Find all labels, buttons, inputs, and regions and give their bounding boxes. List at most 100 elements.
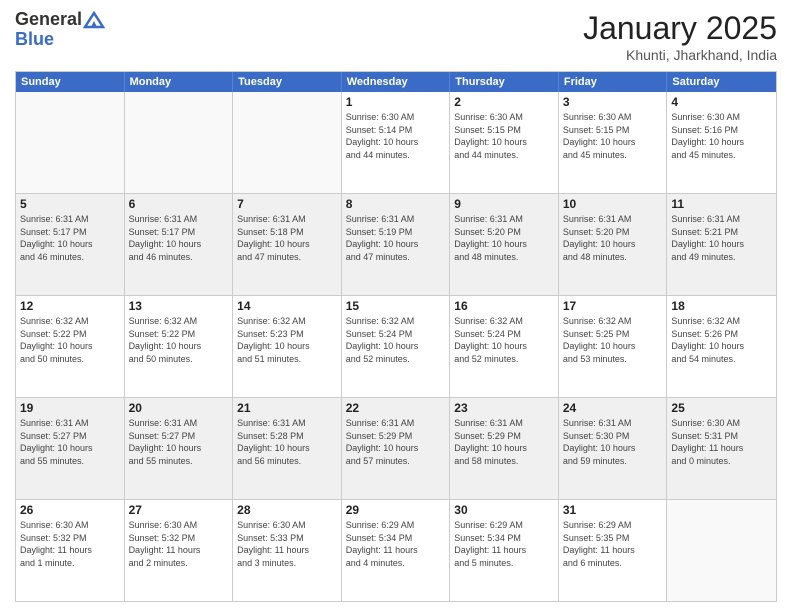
cell-info-text: Sunrise: 6:31 AM Sunset: 5:21 PM Dayligh… bbox=[671, 213, 772, 263]
cell-date-number: 13 bbox=[129, 299, 229, 313]
cell-date-number: 30 bbox=[454, 503, 554, 517]
cell-info-text: Sunrise: 6:30 AM Sunset: 5:32 PM Dayligh… bbox=[129, 519, 229, 569]
calendar-cell-31: 31Sunrise: 6:29 AM Sunset: 5:35 PM Dayli… bbox=[559, 500, 668, 601]
calendar-cell-8: 8 Sunrise: 6:31 AM Sunset: 5:19 PM Daylig… bbox=[342, 194, 451, 295]
cell-info-text: Sunrise: 6:32 AM Sunset: 5:22 PM Dayligh… bbox=[129, 315, 229, 365]
calendar-cell-17: 17 Sunrise: 6:32 AM Sunset: 5:25 PM Dayli… bbox=[559, 296, 668, 397]
cell-info-text: Sunrise: 6:31 AM Sunset: 5:27 PM Dayligh… bbox=[20, 417, 120, 467]
calendar-cell-25: 25 Sunrise: 6:30 AM Sunset: 5:31 PM Dayli… bbox=[667, 398, 776, 499]
cell-date-number: 12 bbox=[20, 299, 120, 313]
calendar-cell-empty bbox=[667, 500, 776, 601]
cell-info-text: Sunrise: 6:32 AM Sunset: 5:26 PM Dayligh… bbox=[671, 315, 772, 365]
cell-date-number: 29 bbox=[346, 503, 446, 517]
cell-date-number: 17 bbox=[563, 299, 663, 313]
calendar-cell-1: 1Sunrise: 6:30 AM Sunset: 5:14 PM Daylig… bbox=[342, 92, 451, 193]
weekday-header-saturday: Saturday bbox=[667, 72, 776, 92]
cell-info-text: Sunrise: 6:31 AM Sunset: 5:19 PM Dayligh… bbox=[346, 213, 446, 263]
calendar-cell-14: 14Sunrise: 6:32 AM Sunset: 5:23 PM Dayli… bbox=[233, 296, 342, 397]
cell-date-number: 25 bbox=[671, 401, 772, 415]
weekday-header-friday: Friday bbox=[559, 72, 668, 92]
cell-info-text: Sunrise: 6:30 AM Sunset: 5:33 PM Dayligh… bbox=[237, 519, 337, 569]
cell-date-number: 19 bbox=[20, 401, 120, 415]
calendar-cell-20: 20Sunrise: 6:31 AM Sunset: 5:27 PM Dayli… bbox=[125, 398, 234, 499]
calendar-row-1: 1Sunrise: 6:30 AM Sunset: 5:14 PM Daylig… bbox=[16, 92, 776, 194]
cell-info-text: Sunrise: 6:32 AM Sunset: 5:23 PM Dayligh… bbox=[237, 315, 337, 365]
calendar-cell-6: 6 Sunrise: 6:31 AM Sunset: 5:17 PM Daylig… bbox=[125, 194, 234, 295]
calendar-cell-12: 12 Sunrise: 6:32 AM Sunset: 5:22 PM Dayli… bbox=[16, 296, 125, 397]
cell-date-number: 10 bbox=[563, 197, 663, 211]
calendar-cell-2: 2 Sunrise: 6:30 AM Sunset: 5:15 PM Daylig… bbox=[450, 92, 559, 193]
cell-date-number: 11 bbox=[671, 197, 772, 211]
calendar-row-2: 5 Sunrise: 6:31 AM Sunset: 5:17 PM Daylig… bbox=[16, 194, 776, 296]
weekday-header-monday: Monday bbox=[125, 72, 234, 92]
cell-date-number: 26 bbox=[20, 503, 120, 517]
cell-info-text: Sunrise: 6:29 AM Sunset: 5:34 PM Dayligh… bbox=[454, 519, 554, 569]
weekday-header-thursday: Thursday bbox=[450, 72, 559, 92]
cell-info-text: Sunrise: 6:30 AM Sunset: 5:31 PM Dayligh… bbox=[671, 417, 772, 467]
cell-info-text: Sunrise: 6:31 AM Sunset: 5:20 PM Dayligh… bbox=[454, 213, 554, 263]
cell-info-text: Sunrise: 6:31 AM Sunset: 5:17 PM Dayligh… bbox=[129, 213, 229, 263]
location: Khunti, Jharkhand, India bbox=[583, 47, 777, 63]
calendar-cell-15: 15 Sunrise: 6:32 AM Sunset: 5:24 PM Dayli… bbox=[342, 296, 451, 397]
cell-date-number: 15 bbox=[346, 299, 446, 313]
cell-date-number: 1 bbox=[346, 95, 446, 109]
logo-blue-text: Blue bbox=[15, 30, 106, 50]
cell-date-number: 9 bbox=[454, 197, 554, 211]
calendar-cell-empty bbox=[233, 92, 342, 193]
logo: General Blue bbox=[15, 10, 106, 50]
cell-info-text: Sunrise: 6:30 AM Sunset: 5:15 PM Dayligh… bbox=[454, 111, 554, 161]
calendar-cell-11: 11 Sunrise: 6:31 AM Sunset: 5:21 PM Dayli… bbox=[667, 194, 776, 295]
calendar-cell-9: 9 Sunrise: 6:31 AM Sunset: 5:20 PM Daylig… bbox=[450, 194, 559, 295]
cell-date-number: 18 bbox=[671, 299, 772, 313]
calendar-row-5: 26 Sunrise: 6:30 AM Sunset: 5:32 PM Dayli… bbox=[16, 500, 776, 601]
cell-date-number: 6 bbox=[129, 197, 229, 211]
logo-icon bbox=[83, 11, 105, 29]
calendar-cell-empty bbox=[125, 92, 234, 193]
cell-date-number: 16 bbox=[454, 299, 554, 313]
cell-date-number: 20 bbox=[129, 401, 229, 415]
weekday-header-tuesday: Tuesday bbox=[233, 72, 342, 92]
weekday-header-wednesday: Wednesday bbox=[342, 72, 451, 92]
cell-info-text: Sunrise: 6:31 AM Sunset: 5:29 PM Dayligh… bbox=[454, 417, 554, 467]
cell-date-number: 23 bbox=[454, 401, 554, 415]
cell-info-text: Sunrise: 6:31 AM Sunset: 5:20 PM Dayligh… bbox=[563, 213, 663, 263]
cell-date-number: 31 bbox=[563, 503, 663, 517]
cell-date-number: 8 bbox=[346, 197, 446, 211]
calendar-cell-16: 16Sunrise: 6:32 AM Sunset: 5:24 PM Dayli… bbox=[450, 296, 559, 397]
calendar-cell-18: 18 Sunrise: 6:32 AM Sunset: 5:26 PM Dayli… bbox=[667, 296, 776, 397]
weekday-header-sunday: Sunday bbox=[16, 72, 125, 92]
cell-date-number: 2 bbox=[454, 95, 554, 109]
calendar-cell-19: 19 Sunrise: 6:31 AM Sunset: 5:27 PM Dayli… bbox=[16, 398, 125, 499]
cell-info-text: Sunrise: 6:30 AM Sunset: 5:15 PM Dayligh… bbox=[563, 111, 663, 161]
calendar-cell-29: 29Sunrise: 6:29 AM Sunset: 5:34 PM Dayli… bbox=[342, 500, 451, 601]
calendar-cell-empty bbox=[16, 92, 125, 193]
calendar-row-3: 12 Sunrise: 6:32 AM Sunset: 5:22 PM Dayli… bbox=[16, 296, 776, 398]
calendar-cell-7: 7 Sunrise: 6:31 AM Sunset: 5:18 PM Daylig… bbox=[233, 194, 342, 295]
cell-info-text: Sunrise: 6:32 AM Sunset: 5:24 PM Dayligh… bbox=[346, 315, 446, 365]
cell-info-text: Sunrise: 6:31 AM Sunset: 5:18 PM Dayligh… bbox=[237, 213, 337, 263]
page: General Blue January 2025 Khunti, Jharkh… bbox=[0, 0, 792, 612]
cell-date-number: 7 bbox=[237, 197, 337, 211]
month-title: January 2025 bbox=[583, 10, 777, 47]
calendar-cell-3: 3Sunrise: 6:30 AM Sunset: 5:15 PM Daylig… bbox=[559, 92, 668, 193]
header: General Blue January 2025 Khunti, Jharkh… bbox=[15, 10, 777, 63]
calendar-cell-23: 23 Sunrise: 6:31 AM Sunset: 5:29 PM Dayli… bbox=[450, 398, 559, 499]
calendar: SundayMondayTuesdayWednesdayThursdayFrid… bbox=[15, 71, 777, 602]
calendar-row-4: 19 Sunrise: 6:31 AM Sunset: 5:27 PM Dayli… bbox=[16, 398, 776, 500]
logo-general-text: General bbox=[15, 10, 82, 30]
cell-info-text: Sunrise: 6:31 AM Sunset: 5:30 PM Dayligh… bbox=[563, 417, 663, 467]
calendar-body: 1Sunrise: 6:30 AM Sunset: 5:14 PM Daylig… bbox=[16, 92, 776, 601]
cell-date-number: 24 bbox=[563, 401, 663, 415]
cell-info-text: Sunrise: 6:32 AM Sunset: 5:25 PM Dayligh… bbox=[563, 315, 663, 365]
calendar-cell-30: 30 Sunrise: 6:29 AM Sunset: 5:34 PM Dayli… bbox=[450, 500, 559, 601]
calendar-cell-27: 27Sunrise: 6:30 AM Sunset: 5:32 PM Dayli… bbox=[125, 500, 234, 601]
cell-info-text: Sunrise: 6:32 AM Sunset: 5:22 PM Dayligh… bbox=[20, 315, 120, 365]
calendar-header: SundayMondayTuesdayWednesdayThursdayFrid… bbox=[16, 72, 776, 92]
cell-info-text: Sunrise: 6:30 AM Sunset: 5:32 PM Dayligh… bbox=[20, 519, 120, 569]
calendar-cell-4: 4Sunrise: 6:30 AM Sunset: 5:16 PM Daylig… bbox=[667, 92, 776, 193]
cell-date-number: 5 bbox=[20, 197, 120, 211]
calendar-cell-5: 5Sunrise: 6:31 AM Sunset: 5:17 PM Daylig… bbox=[16, 194, 125, 295]
title-area: January 2025 Khunti, Jharkhand, India bbox=[583, 10, 777, 63]
cell-date-number: 22 bbox=[346, 401, 446, 415]
cell-date-number: 21 bbox=[237, 401, 337, 415]
